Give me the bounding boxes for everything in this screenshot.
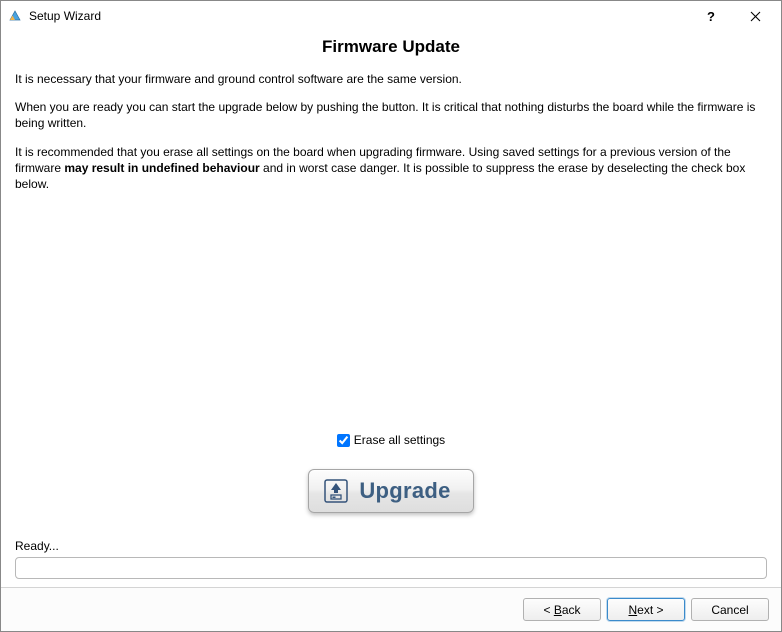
middle-area: Erase all settings Upgrade [15, 204, 767, 521]
para3-bold: may result in undefined behaviour [64, 161, 259, 175]
upload-icon [323, 478, 349, 504]
intro-para-2: When you are ready you can start the upg… [15, 99, 767, 131]
window-title: Setup Wizard [29, 9, 689, 23]
erase-label: Erase all settings [354, 433, 445, 447]
erase-checkbox[interactable] [337, 434, 350, 447]
next-button[interactable]: Next > [607, 598, 685, 621]
intro-para-3: It is recommended that you erase all set… [15, 144, 767, 193]
intro-para-1: It is necessary that your firmware and g… [15, 71, 767, 87]
back-button[interactable]: < Back [523, 598, 601, 621]
close-button[interactable] [733, 2, 777, 30]
titlebar: Setup Wizard ? [1, 1, 781, 31]
upgrade-button[interactable]: Upgrade [308, 469, 473, 513]
help-button[interactable]: ? [689, 2, 733, 30]
footer: < Back Next > Cancel [1, 587, 781, 631]
status-area: Ready... [15, 539, 767, 579]
app-icon [7, 8, 23, 24]
page-title: Firmware Update [15, 37, 767, 57]
status-text: Ready... [15, 539, 767, 553]
erase-checkbox-row[interactable]: Erase all settings [337, 433, 445, 447]
cancel-button[interactable]: Cancel [691, 598, 769, 621]
content-area: Firmware Update It is necessary that you… [1, 31, 781, 587]
upgrade-label: Upgrade [359, 478, 450, 504]
progress-bar [15, 557, 767, 579]
